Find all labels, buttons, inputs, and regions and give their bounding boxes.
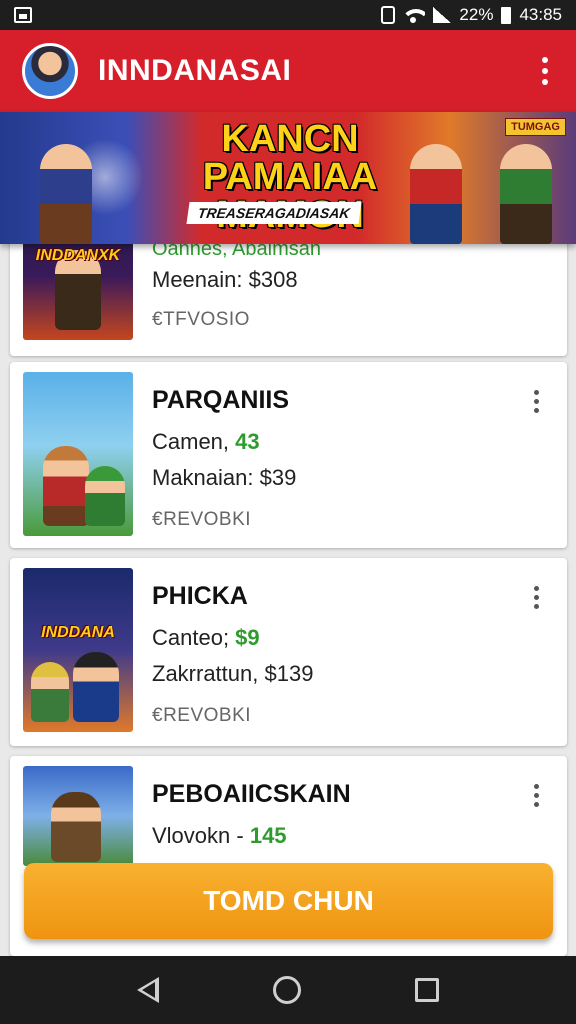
app-bar: INNDANASAI xyxy=(0,30,576,112)
character-figure xyxy=(85,466,125,526)
card-code: €REVOBKI xyxy=(152,509,252,530)
signal-icon xyxy=(433,7,452,23)
home-icon[interactable] xyxy=(273,976,301,1004)
promo-banner[interactable]: KANCN PAMAIAA MAMGN TREASERAGADIASAK TUM… xyxy=(0,112,576,244)
vibrate-icon xyxy=(381,6,396,24)
clock: 43:85 xyxy=(519,5,562,24)
card-info-line: Canteo; $9 xyxy=(152,625,313,651)
list-item[interactable]: INDDANA PHICKA Canteo; $9 Zakrrattun, $1… xyxy=(10,558,567,746)
status-bar: 22% 43:85 xyxy=(0,0,576,30)
card-info-label: Canteo; xyxy=(152,625,236,650)
game-thumbnail xyxy=(23,766,133,866)
cta-button[interactable]: TOMD CHUN xyxy=(24,863,553,939)
card-price-line: Zakrrattun, $139 xyxy=(152,661,314,686)
card-code: €REVOBKI xyxy=(152,705,252,726)
thumbnail-label: INDDANXK xyxy=(35,247,121,265)
game-list[interactable]: INDDANXK Oannes, Abaimsan Meenain: $308 … xyxy=(0,244,576,956)
list-item[interactable]: PARQANIIS Camen, 43 Maknaian: $39 €REVOB… xyxy=(10,362,567,548)
card-subtitle: Oannes, Abaimsan xyxy=(152,244,321,260)
game-thumbnail xyxy=(23,372,133,536)
card-info-value: 145 xyxy=(249,823,287,848)
banner-title-line1: KANCN PAMAIAA xyxy=(202,118,378,198)
game-thumbnail: INDDANXK xyxy=(23,244,133,340)
card-title: PARQANIIS xyxy=(152,386,290,414)
overflow-menu-icon[interactable] xyxy=(536,51,554,91)
hero-figure-right-2 xyxy=(500,144,552,244)
avatar[interactable] xyxy=(22,43,78,99)
navigation-bar xyxy=(0,956,576,1024)
character-figure xyxy=(43,446,89,526)
app-title: INNDANASAI xyxy=(98,54,292,87)
game-thumbnail: INDDANA xyxy=(23,568,133,732)
card-info-line: Camen, 43 xyxy=(152,429,296,455)
card-title: PHICKA xyxy=(152,582,248,610)
card-info-label: Vlovokn - xyxy=(152,823,250,848)
character-figure xyxy=(51,792,101,862)
card-menu-icon[interactable] xyxy=(534,784,539,807)
card-info-label: Camen, xyxy=(152,429,236,454)
card-title: PEBOAIICSKAIN xyxy=(152,780,351,808)
screenshot-icon xyxy=(14,7,32,23)
list-item[interactable]: INDDANXK Oannes, Abaimsan Meenain: $308 … xyxy=(10,244,567,356)
card-code: €TFVOSIO xyxy=(152,309,250,330)
card-price-line: Maknaian: $39 xyxy=(152,465,297,490)
recent-apps-icon[interactable] xyxy=(415,978,439,1002)
card-price-line: Meenain: $308 xyxy=(152,267,298,292)
wifi-icon xyxy=(403,7,426,23)
battery-percent: 22% xyxy=(459,5,494,24)
card-info-value: $9 xyxy=(235,625,260,650)
thumbnail-label: INDDANA xyxy=(41,623,115,641)
card-menu-icon[interactable] xyxy=(534,586,539,609)
card-info-line: Vlovokn - 145 xyxy=(152,823,351,849)
banner-corner-tag: TUMGAG xyxy=(505,118,566,136)
character-figure xyxy=(31,662,69,722)
hero-figure-left xyxy=(40,144,92,244)
back-icon[interactable] xyxy=(137,977,159,1003)
battery-icon xyxy=(501,6,512,24)
character-figure xyxy=(73,652,119,722)
card-menu-icon[interactable] xyxy=(534,390,539,413)
card-info-value: 43 xyxy=(235,429,260,454)
banner-subtitle: TREASERAGADIASAK xyxy=(186,202,362,224)
